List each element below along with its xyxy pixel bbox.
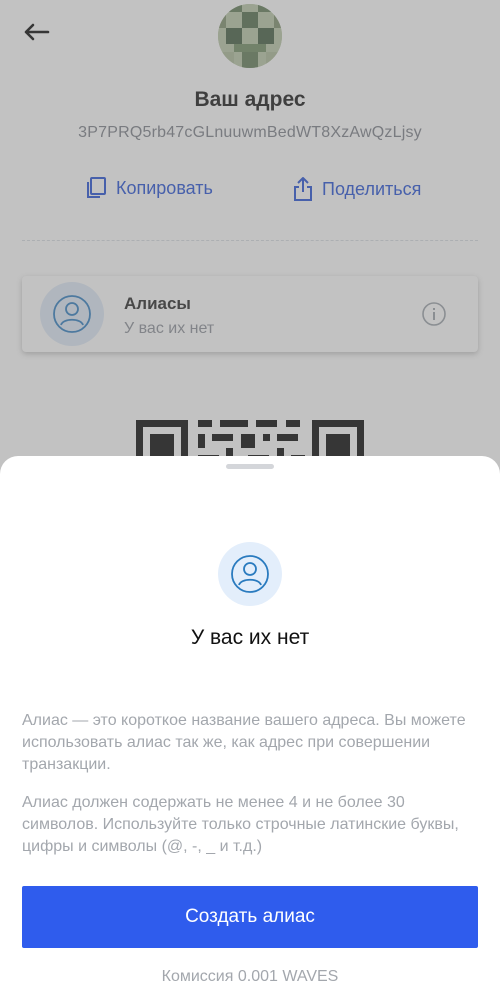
alias-bottom-sheet: У вас их нет Алиас — это короткое назван… [0,456,500,994]
fee-text: Комиссия 0.001 WAVES [161,968,339,985]
user-icon [231,555,269,593]
sheet-avatar [218,542,282,606]
sheet-title: У вас их нет [190,626,310,649]
alias-description: Алиас — это короткое название вашего адр… [22,712,466,773]
create-alias-button[interactable]: Создать алиас [22,886,478,948]
sheet-drag-handle[interactable] [226,464,274,469]
alias-rules: Алиас должен содержать не менее 4 и не б… [22,794,459,855]
